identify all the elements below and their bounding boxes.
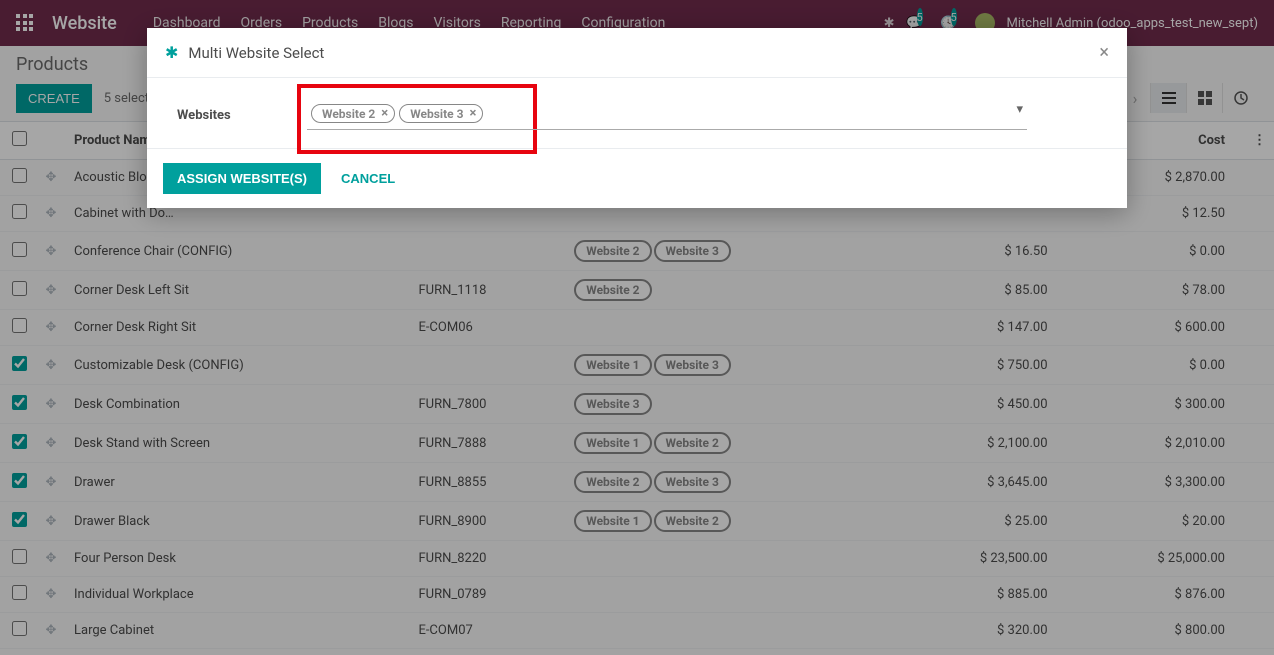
- input-tag-website-3[interactable]: Website 3 ×: [399, 104, 483, 123]
- websites-field-label: Websites: [177, 98, 307, 123]
- modal-overlay: ✱ Multi Website Select × Websites Websit…: [0, 0, 1274, 655]
- tag-label: Website 2: [322, 107, 375, 121]
- cancel-button[interactable]: CANCEL: [341, 171, 395, 186]
- dropdown-caret-icon[interactable]: ▾: [1016, 102, 1023, 117]
- multi-website-modal: ✱ Multi Website Select × Websites Websit…: [147, 28, 1127, 208]
- close-icon[interactable]: ×: [1099, 42, 1109, 63]
- remove-tag-icon[interactable]: ×: [381, 106, 388, 121]
- remove-tag-icon[interactable]: ×: [470, 106, 477, 121]
- websites-input[interactable]: Website 2 × Website 3 × ▾: [307, 98, 1027, 130]
- tag-label: Website 3: [410, 107, 463, 121]
- assign-websites-button[interactable]: ASSIGN WEBSITE(S): [163, 163, 321, 194]
- input-tag-website-2[interactable]: Website 2 ×: [311, 104, 395, 123]
- modal-title: Multi Website Select: [188, 44, 324, 62]
- bug-icon: ✱: [165, 43, 178, 62]
